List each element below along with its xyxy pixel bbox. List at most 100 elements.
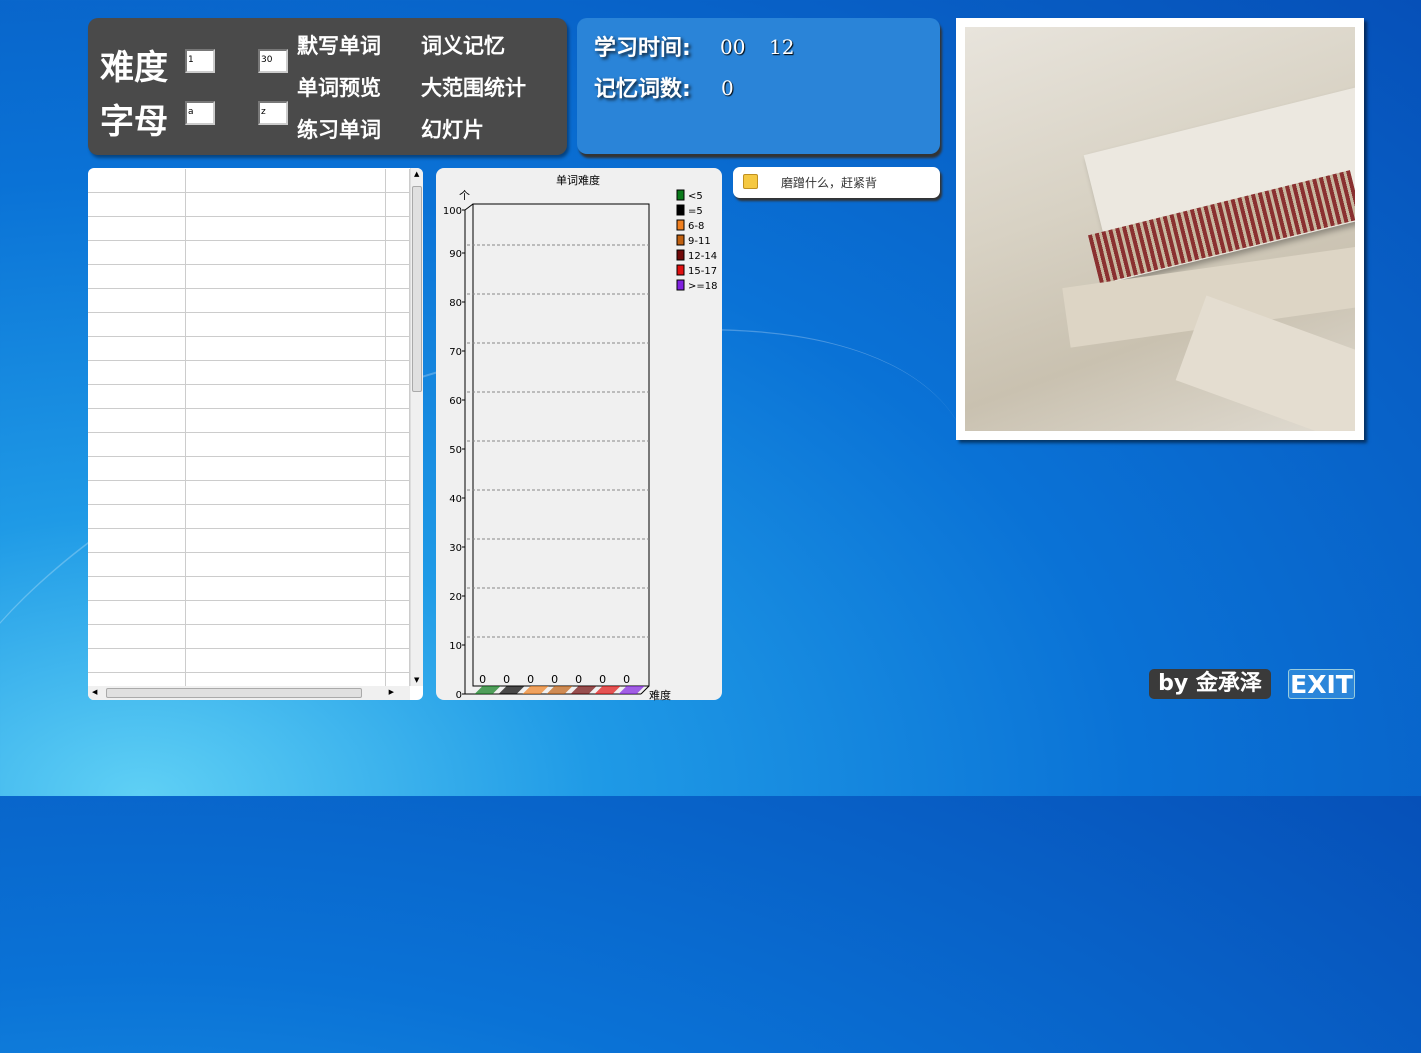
table-cell[interactable] [386,265,410,289]
table-row[interactable] [88,505,410,529]
table-cell[interactable] [386,361,410,385]
table-cell[interactable] [88,553,186,577]
wide-statistics-button[interactable]: 大范围统计 [421,72,526,102]
table-row[interactable] [88,217,410,241]
difficulty-min-input[interactable]: 1 [185,49,215,73]
table-cell[interactable] [186,457,386,481]
legend-label: 6-8 [688,221,704,232]
table-cell[interactable] [88,217,186,241]
table-cell[interactable] [386,217,410,241]
table-cell[interactable] [88,361,186,385]
table-cell[interactable] [386,337,410,361]
table-cell[interactable] [386,313,410,337]
table-cell[interactable] [186,505,386,529]
table-row[interactable] [88,241,410,265]
table-cell[interactable] [186,433,386,457]
table-cell[interactable] [186,553,386,577]
exit-button[interactable]: EXIT [1288,669,1355,699]
horizontal-scrollbar[interactable]: ◀ ▶ [88,686,410,700]
table-cell[interactable] [88,169,186,193]
table-cell[interactable] [386,481,410,505]
table-cell[interactable] [88,505,186,529]
table-cell[interactable] [186,385,386,409]
table-cell[interactable] [186,193,386,217]
table-cell[interactable] [186,577,386,601]
word-list-table[interactable]: ▲ ▼ ◀ ▶ [88,168,423,700]
table-row[interactable] [88,193,410,217]
table-cell[interactable] [186,169,386,193]
table-cell[interactable] [88,529,186,553]
table-cell[interactable] [186,361,386,385]
table-cell[interactable] [88,313,186,337]
table-cell[interactable] [88,289,186,313]
table-cell[interactable] [186,649,386,673]
table-cell[interactable] [386,289,410,313]
table-row[interactable] [88,409,410,433]
meaning-memory-button[interactable]: 词义记忆 [421,30,505,60]
table-cell[interactable] [386,241,410,265]
table-cell[interactable] [186,625,386,649]
table-cell[interactable] [88,337,186,361]
table-cell[interactable] [386,625,410,649]
table-cell[interactable] [88,193,186,217]
table-row[interactable] [88,649,410,673]
table-cell[interactable] [386,385,410,409]
table-row[interactable] [88,433,410,457]
table-cell[interactable] [186,409,386,433]
dictation-button[interactable]: 默写单词 [297,30,381,60]
table-cell[interactable] [88,433,186,457]
table-cell[interactable] [186,337,386,361]
table-cell[interactable] [88,385,186,409]
table-row[interactable] [88,481,410,505]
letter-max-input[interactable]: z [258,101,288,125]
table-cell[interactable] [186,481,386,505]
slideshow-button[interactable]: 幻灯片 [421,114,484,144]
table-cell[interactable] [386,577,410,601]
table-row[interactable] [88,553,410,577]
table-cell[interactable] [186,241,386,265]
difficulty-max-input[interactable]: 30 [258,49,288,73]
table-cell[interactable] [88,241,186,265]
table-cell[interactable] [386,169,410,193]
table-row[interactable] [88,313,410,337]
vertical-scrollbar[interactable]: ▲ ▼ [410,168,423,686]
table-cell[interactable] [386,601,410,625]
table-cell[interactable] [88,577,186,601]
table-cell[interactable] [88,457,186,481]
table-cell[interactable] [88,625,186,649]
table-cell[interactable] [186,313,386,337]
table-cell[interactable] [88,265,186,289]
chart-title: 单词难度 [556,174,600,187]
letter-min-input[interactable]: a [185,101,215,125]
table-row[interactable] [88,457,410,481]
table-cell[interactable] [386,529,410,553]
table-cell[interactable] [88,409,186,433]
table-cell[interactable] [386,457,410,481]
table-cell[interactable] [186,601,386,625]
table-cell[interactable] [386,649,410,673]
table-row[interactable] [88,289,410,313]
table-row[interactable] [88,169,410,193]
table-cell[interactable] [186,289,386,313]
table-cell[interactable] [386,193,410,217]
table-cell[interactable] [386,505,410,529]
table-cell[interactable] [386,409,410,433]
table-cell[interactable] [386,433,410,457]
table-cell[interactable] [88,649,186,673]
table-row[interactable] [88,529,410,553]
table-cell[interactable] [186,265,386,289]
table-cell[interactable] [186,529,386,553]
table-row[interactable] [88,577,410,601]
word-preview-button[interactable]: 单词预览 [297,72,381,102]
table-cell[interactable] [88,601,186,625]
table-row[interactable] [88,625,410,649]
table-row[interactable] [88,601,410,625]
table-row[interactable] [88,361,410,385]
table-cell[interactable] [186,217,386,241]
table-cell[interactable] [88,481,186,505]
table-row[interactable] [88,265,410,289]
table-row[interactable] [88,337,410,361]
table-row[interactable] [88,385,410,409]
table-cell[interactable] [386,553,410,577]
practice-words-button[interactable]: 练习单词 [297,114,381,144]
